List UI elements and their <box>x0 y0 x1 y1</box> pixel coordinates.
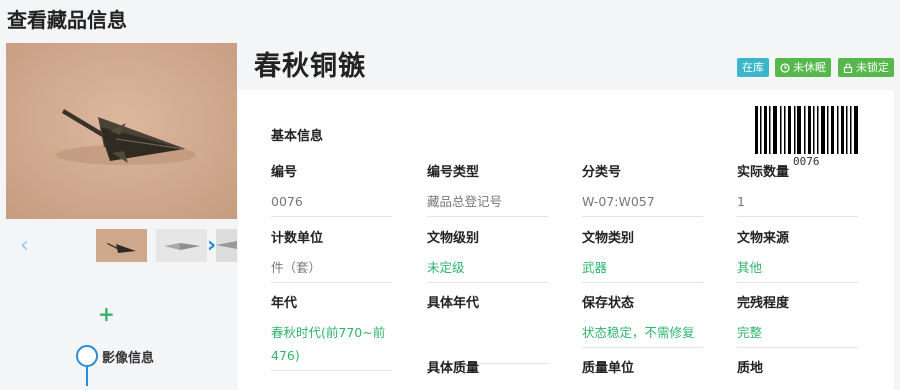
main-artifact-photo[interactable] <box>6 43 237 219</box>
field-value: W-07:W057 <box>582 190 703 217</box>
field-value: 未定级 <box>427 256 548 283</box>
field-material: 质地 <box>737 357 858 376</box>
field-actual-quantity: 实际数量 1 <box>737 161 858 217</box>
field-label: 文物级别 <box>427 231 480 246</box>
image-info-label: 影像信息 <box>102 351 155 366</box>
field-number-type: 编号类型 藏品总登记号 <box>427 161 548 217</box>
timeline-node <box>76 345 98 367</box>
field-value: 完整 <box>737 321 858 348</box>
field-label: 分类号 <box>582 165 622 180</box>
thumbnail-3[interactable] <box>216 229 237 262</box>
field-label: 保存状态 <box>582 296 635 311</box>
field-count-unit: 计数单位 件（套） <box>271 227 392 283</box>
field-era: 年代 春秋时代(前770~前476) <box>271 292 392 371</box>
barcode-image <box>755 106 858 154</box>
field-value: 春秋时代(前770~前476) <box>271 321 392 371</box>
status-badge-not-locked: 未锁定 <box>838 58 894 77</box>
field-specific-era: 具体年代 <box>427 292 548 364</box>
clock-icon <box>780 63 790 73</box>
field-number: 编号 0076 <box>271 161 392 217</box>
field-value: 藏品总登记号 <box>427 190 548 217</box>
relic-name: 春秋铜镞 <box>254 51 366 82</box>
field-label: 完残程度 <box>737 296 790 311</box>
timeline-connector <box>86 367 88 386</box>
field-value: 状态稳定，不需修复 <box>582 321 703 348</box>
page-title: 查看藏品信息 <box>7 8 127 32</box>
field-specific-weight: 具体质量 <box>427 357 548 376</box>
lock-icon <box>843 63 853 74</box>
field-preservation-state: 保存状态 状态稳定，不需修复 <box>582 292 703 348</box>
plus-icon[interactable]: + <box>98 304 115 324</box>
field-label: 质地 <box>737 361 764 376</box>
field-completeness: 完残程度 完整 <box>737 292 858 348</box>
chevron-left-icon[interactable]: ‹ <box>20 235 29 257</box>
field-value: 武器 <box>582 256 703 283</box>
field-label: 质量单位 <box>582 361 635 376</box>
field-value: 1 <box>737 190 858 217</box>
field-weight-unit: 质量单位 <box>582 357 703 376</box>
field-relic-category: 文物类别 武器 <box>582 227 703 283</box>
field-label: 文物类别 <box>582 231 635 246</box>
field-label: 实际数量 <box>737 165 790 180</box>
field-value: 0076 <box>271 190 392 217</box>
field-label: 文物来源 <box>737 231 790 246</box>
field-label: 具体年代 <box>427 296 480 311</box>
field-label: 年代 <box>271 296 298 311</box>
field-relic-source: 文物来源 其他 <box>737 227 858 283</box>
field-label: 编号类型 <box>427 165 480 180</box>
thumbnail-2[interactable] <box>156 229 207 262</box>
status-badge-in-stock: 在库 <box>737 58 769 77</box>
field-relic-grade: 文物级别 未定级 <box>427 227 548 283</box>
field-label: 具体质量 <box>427 361 480 376</box>
status-badge-not-dormant: 未休眠 <box>775 58 831 77</box>
field-label: 计数单位 <box>271 231 324 246</box>
field-value: 件（套） <box>271 256 392 283</box>
section-title: 基本信息 <box>271 129 324 144</box>
field-label: 编号 <box>271 165 298 180</box>
field-value: 其他 <box>737 256 858 283</box>
field-classification-number: 分类号 W-07:W057 <box>582 161 703 217</box>
thumbnail-1[interactable] <box>96 229 147 262</box>
chevron-right-icon[interactable]: › <box>207 235 216 257</box>
